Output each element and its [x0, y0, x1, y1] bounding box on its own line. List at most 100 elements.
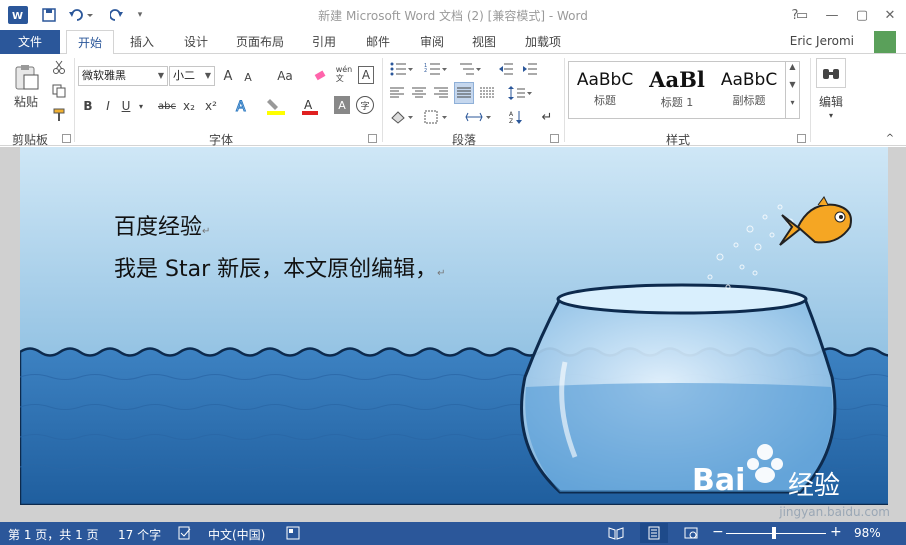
chevron-down-icon[interactable]: ▾	[136, 96, 146, 116]
paragraph-marks-icon[interactable]: ↵	[538, 108, 556, 126]
scroll-up-icon[interactable]: ▲	[786, 62, 799, 80]
zoom-in-icon[interactable]: +	[830, 524, 842, 540]
styles-launcher-icon[interactable]	[797, 134, 806, 143]
numbering-icon[interactable]: 12	[422, 60, 450, 78]
maximize-button[interactable]: ▢	[848, 4, 876, 26]
document-area: 百度经验↵ 我是 Star 新辰，本文原创编辑，↵ Bai 经验 jingyan…	[0, 147, 906, 522]
tab-design[interactable]: 设计	[174, 30, 218, 54]
language[interactable]: 中文(中国)	[208, 526, 265, 543]
find-icon[interactable]	[816, 58, 846, 88]
editing-button[interactable]: 编辑	[814, 92, 848, 110]
align-left-icon[interactable]	[388, 84, 406, 102]
read-mode-icon[interactable]	[608, 526, 624, 543]
zoom-out-icon[interactable]: −	[712, 524, 724, 540]
font-launcher-icon[interactable]	[368, 134, 377, 143]
minimize-button[interactable]: —	[818, 4, 846, 26]
tab-references[interactable]: 引用	[302, 30, 346, 54]
scroll-down-icon[interactable]: ▼	[786, 80, 799, 98]
style-normal[interactable]: AaBbC 标题	[569, 62, 641, 118]
font-color-icon[interactable]: A	[298, 96, 322, 116]
tab-file[interactable]: 文件	[0, 30, 60, 54]
enclose-characters-button[interactable]: 字	[356, 96, 374, 114]
styles-scroll[interactable]: ▲ ▼ ▾	[785, 62, 799, 118]
justify-icon[interactable]	[454, 82, 474, 104]
shading-icon[interactable]	[388, 108, 416, 126]
svg-text:A: A	[509, 111, 514, 118]
chevron-down-icon: ▼	[157, 71, 164, 80]
format-painter-icon[interactable]	[50, 106, 68, 124]
page-count[interactable]: 第 1 页，共 1 页	[8, 526, 99, 543]
italic-button[interactable]: I	[100, 96, 116, 116]
underline-button[interactable]: U	[118, 96, 134, 116]
style-sample: AaBbC	[576, 70, 634, 90]
print-layout-icon[interactable]	[640, 523, 668, 543]
text-effects-icon[interactable]: A	[232, 96, 252, 116]
copy-icon[interactable]	[50, 82, 68, 100]
tab-view[interactable]: 视图	[462, 30, 506, 54]
tab-insert[interactable]: 插入	[120, 30, 164, 54]
paragraph-mark: ↵	[202, 226, 211, 237]
tab-page-layout[interactable]: 页面布局	[228, 30, 292, 54]
paragraph-launcher-icon[interactable]	[550, 134, 559, 143]
phonetic-guide-button[interactable]: wén 文	[334, 62, 354, 86]
zoom-slider-thumb[interactable]	[772, 527, 776, 539]
group-separator	[382, 58, 383, 142]
line-spacing-icon[interactable]	[506, 84, 534, 102]
tab-home[interactable]: 开始	[66, 30, 114, 55]
word-count[interactable]: 17 个字	[118, 526, 161, 543]
tab-addins[interactable]: 加载项	[516, 30, 570, 54]
chevron-down-icon: ▼	[204, 71, 211, 80]
align-center-icon[interactable]	[410, 84, 428, 102]
paragraph-mark: ↵	[437, 268, 446, 279]
change-case-button[interactable]: Aa	[270, 66, 300, 86]
avatar[interactable]	[874, 31, 896, 53]
font-size-select[interactable]: 小二 ▼	[169, 66, 215, 86]
proofing-icon[interactable]	[178, 526, 192, 543]
paste-button[interactable]: 粘贴	[8, 60, 44, 112]
tab-mailings[interactable]: 邮件	[356, 30, 400, 54]
macro-icon[interactable]	[286, 526, 300, 543]
user-name[interactable]: Eric Jeromi	[790, 30, 854, 52]
cut-icon[interactable]	[50, 58, 68, 76]
web-layout-icon[interactable]	[684, 526, 698, 543]
clipboard-launcher-icon[interactable]	[62, 134, 71, 143]
highlight-icon[interactable]	[264, 96, 288, 116]
tab-review[interactable]: 审阅	[410, 30, 454, 54]
zoom-level[interactable]: 98%	[854, 526, 881, 540]
sort-icon[interactable]: AZ	[506, 108, 526, 126]
close-button[interactable]: ✕	[876, 4, 904, 26]
superscript-button[interactable]: x²	[202, 96, 220, 116]
character-shading-icon[interactable]: A	[334, 96, 350, 114]
chinese-layout-icon[interactable]	[462, 108, 494, 126]
shrink-font-button[interactable]: A	[240, 68, 256, 86]
style-subtitle[interactable]: AaBbC 副标题	[713, 62, 785, 118]
font-family-select[interactable]: 微软雅黑 ▼	[78, 66, 168, 86]
style-sample: AaBl	[649, 67, 705, 92]
zoom-slider[interactable]	[726, 533, 826, 534]
clear-formatting-icon[interactable]	[312, 66, 330, 86]
svg-text:Z: Z	[509, 118, 513, 124]
group-separator	[74, 58, 75, 142]
multilevel-list-icon[interactable]	[456, 60, 484, 78]
ribbon-tab-bar: 文件 开始 插入 设计 页面布局 引用 邮件 审阅 视图 加载项 Eric Je…	[0, 30, 906, 55]
align-right-icon[interactable]	[432, 84, 450, 102]
group-label-paragraph: 段落	[451, 133, 476, 147]
increase-indent-icon[interactable]	[520, 60, 540, 78]
document-line-1[interactable]: 百度经验↵	[114, 209, 210, 241]
collapse-ribbon-icon[interactable]: ^	[884, 132, 896, 144]
grow-font-button[interactable]: A	[220, 66, 236, 86]
more-styles-icon[interactable]: ▾	[786, 98, 799, 116]
character-border-button[interactable]: A	[358, 66, 374, 84]
ribbon-display-button[interactable]: ▭	[788, 4, 816, 26]
decrease-indent-icon[interactable]	[496, 60, 516, 78]
document-line-2[interactable]: 我是 Star 新辰，本文原创编辑，↵	[114, 251, 446, 283]
bold-button[interactable]: B	[80, 96, 96, 116]
document-page[interactable]: 百度经验↵ 我是 Star 新辰，本文原创编辑，↵ Bai 经验	[20, 147, 888, 505]
subscript-button[interactable]: x₂	[180, 96, 198, 116]
distributed-icon[interactable]	[478, 84, 496, 102]
borders-icon[interactable]	[422, 108, 450, 126]
strikethrough-button[interactable]: abc	[156, 96, 178, 116]
title-bar: W ▾ 新建 Microsoft Word 文档 (2) [兼容模式] - Wo…	[0, 0, 906, 30]
style-heading-1[interactable]: AaBl 标题 1	[641, 62, 713, 118]
bullets-icon[interactable]	[388, 60, 416, 78]
